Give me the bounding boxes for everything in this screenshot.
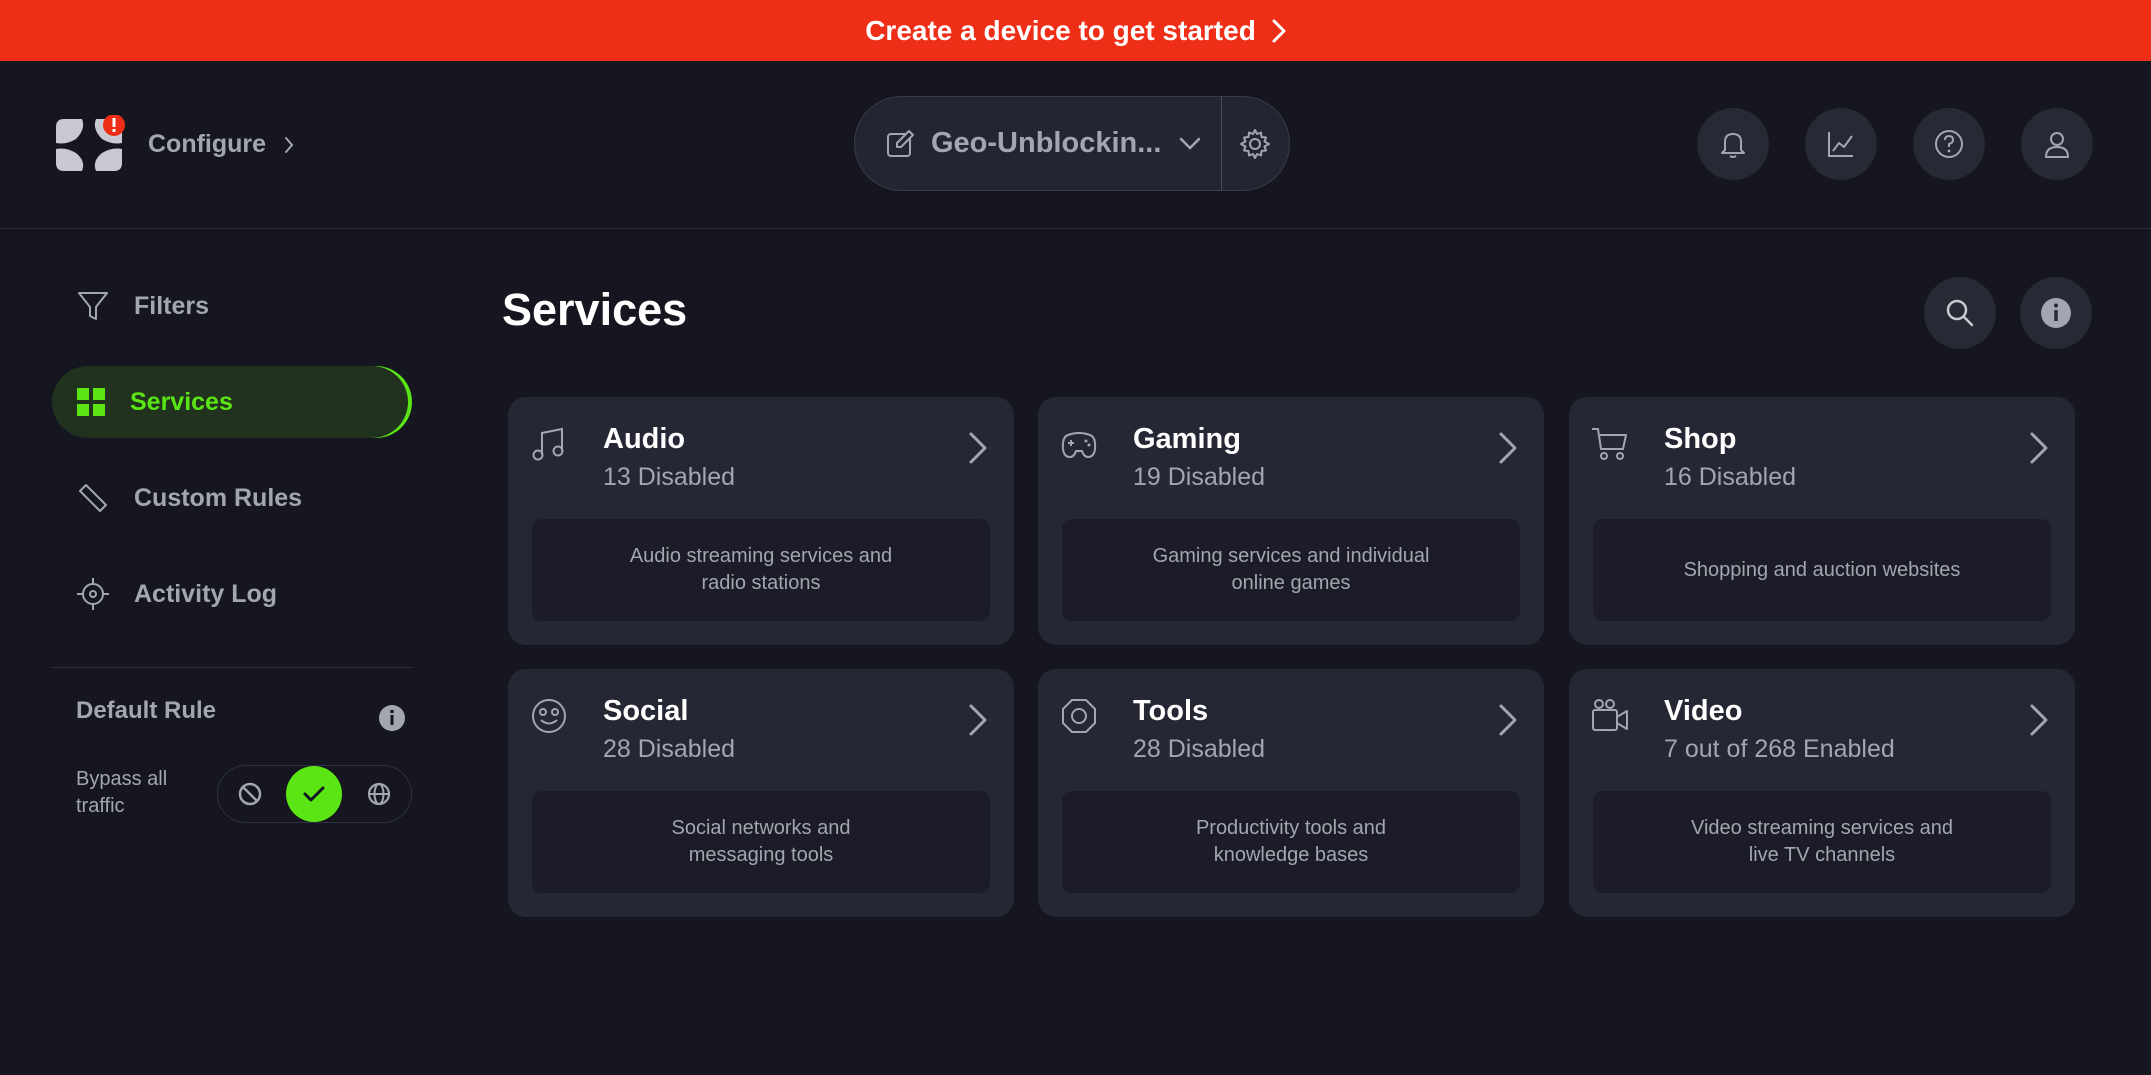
- gamepad-icon: [1061, 432, 1097, 458]
- card-count: 28 Disabled: [1133, 735, 1266, 763]
- chevron-right-icon: [1272, 19, 1286, 42]
- cart-icon: [1592, 428, 1627, 460]
- info-button[interactable]: [2020, 277, 2092, 349]
- card-description: Video streaming services and live TV cha…: [1593, 791, 2051, 893]
- bell-icon: [1721, 133, 1745, 158]
- card-description: Productivity tools and knowledge bases: [1062, 791, 1520, 893]
- service-card-shop[interactable]: Shop 16 Disabled Shopping and auction we…: [1569, 397, 2075, 645]
- card-title: Shop: [1664, 423, 1737, 455]
- sidebar-item-label: Custom Rules: [134, 483, 303, 512]
- bypass-option[interactable]: [286, 766, 343, 822]
- card-count: 19 Disabled: [1133, 463, 1266, 491]
- block-option[interactable]: [222, 766, 278, 822]
- search-icon: [1946, 299, 1974, 327]
- default-rule-title: Default Rule: [76, 697, 217, 724]
- card-title: Gaming: [1133, 423, 1241, 455]
- logo-icon: [56, 115, 125, 171]
- chevron-down-icon: [1180, 137, 1201, 150]
- profile-dropdown[interactable]: Geo-Unblockin...: [855, 97, 1221, 190]
- chevron-right-icon: [969, 432, 987, 464]
- info-icon: [379, 705, 405, 731]
- chevron-right-icon: [2030, 432, 2048, 464]
- header: Configure Geo-Unblockin...: [0, 61, 2151, 229]
- chevron-right-icon: [1499, 704, 1517, 736]
- card-count: 13 Disabled: [603, 463, 736, 491]
- configure-link[interactable]: Configure: [148, 130, 294, 159]
- banner-text: Create a device to get started: [865, 14, 1256, 46]
- video-camera-icon: [1592, 699, 1628, 731]
- block-icon: [238, 782, 262, 806]
- create-device-banner[interactable]: Create a device to get started: [0, 0, 2151, 61]
- grid-icon: [77, 388, 105, 416]
- service-card-audio[interactable]: Audio 13 Disabled Audio streaming servic…: [508, 397, 1014, 645]
- profile-settings-button[interactable]: [1220, 97, 1290, 190]
- chart-icon: [1828, 132, 1853, 157]
- service-card-social[interactable]: Social 28 Disabled Social networks and m…: [508, 669, 1014, 917]
- card-description: Audio streaming services and radio stati…: [532, 519, 990, 621]
- service-card-tools[interactable]: Tools 28 Disabled Productivity tools and…: [1038, 669, 1544, 917]
- service-card-gaming[interactable]: Gaming 19 Disabled Gaming services and i…: [1038, 397, 1544, 645]
- sidebar-item-custom-rules[interactable]: Custom Rules: [52, 462, 412, 534]
- page-title: Services: [502, 284, 688, 335]
- service-card-video[interactable]: Video 7 out of 268 Enabled Video streami…: [1569, 669, 2075, 917]
- card-title: Social: [603, 695, 689, 727]
- card-description: Gaming services and individual online ga…: [1062, 519, 1520, 621]
- card-count: 16 Disabled: [1664, 463, 1797, 491]
- card-description: Shopping and auction websites: [1593, 519, 2051, 621]
- account-button[interactable]: [2021, 108, 2093, 180]
- globe-icon: [367, 782, 390, 806]
- sidebar-item-label: Filters: [134, 291, 210, 320]
- user-icon: [2045, 132, 2069, 158]
- chevron-right-icon: [969, 704, 987, 736]
- card-title: Video: [1664, 695, 1743, 727]
- configure-label: Configure: [148, 130, 267, 158]
- target-icon: [77, 578, 109, 610]
- nut-icon: [1062, 699, 1096, 733]
- card-title: Tools: [1133, 695, 1209, 727]
- chevron-right-icon: [285, 136, 294, 153]
- help-button[interactable]: [1913, 108, 1985, 180]
- help-icon: [1935, 130, 1963, 158]
- edit-icon: [887, 129, 914, 157]
- bypass-label: Bypass all traffic: [76, 768, 168, 817]
- check-icon: [303, 786, 325, 802]
- notifications-button[interactable]: [1697, 108, 1769, 180]
- card-description: Social networks and messaging tools: [532, 791, 990, 893]
- music-note-icon: [532, 427, 564, 461]
- app-logo[interactable]: [52, 115, 126, 175]
- gear-icon: [1240, 128, 1271, 159]
- search-button[interactable]: [1924, 277, 1996, 349]
- profile-selector: Geo-Unblockin...: [854, 96, 1290, 191]
- statistics-button[interactable]: [1805, 108, 1877, 180]
- default-rule-info-button[interactable]: [378, 704, 406, 732]
- info-icon: [2041, 298, 2071, 328]
- profile-name: Geo-Unblockin...: [931, 127, 1162, 159]
- sidebar-item-label: Services: [130, 387, 233, 416]
- sidebar-item-activity-log[interactable]: Activity Log: [52, 558, 412, 630]
- filter-icon: [78, 292, 108, 320]
- card-title: Audio: [603, 423, 686, 455]
- ruler-icon: [79, 484, 107, 512]
- chevron-right-icon: [2030, 704, 2048, 736]
- sidebar-item-label: Activity Log: [134, 579, 278, 608]
- chevron-right-icon: [1499, 432, 1517, 464]
- sidebar-item-services[interactable]: Services: [52, 366, 412, 438]
- sidebar-item-filters[interactable]: Filters: [52, 270, 412, 342]
- smiley-icon: [532, 699, 566, 733]
- card-count: 28 Disabled: [603, 735, 736, 763]
- default-rule-toggle: [217, 765, 412, 823]
- card-count: 7 out of 268 Enabled: [1664, 735, 1895, 763]
- sidebar-divider: [52, 667, 412, 668]
- redirect-option[interactable]: [351, 766, 407, 822]
